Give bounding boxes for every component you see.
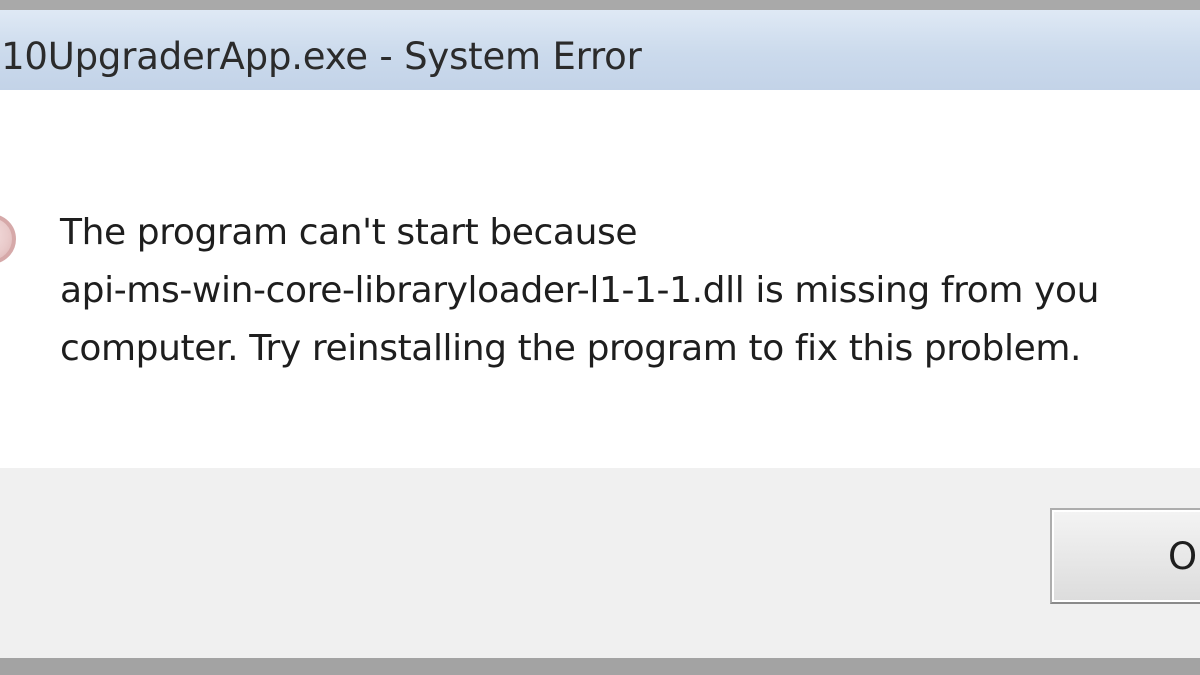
window-title: s10UpgraderApp.exe - System Error xyxy=(0,35,642,78)
error-message: The program can't start because api-ms-w… xyxy=(60,204,1200,378)
title-bar[interactable]: s10UpgraderApp.exe - System Error xyxy=(0,10,1200,90)
dialog-footer: O xyxy=(0,468,1200,658)
system-error-dialog: s10UpgraderApp.exe - System Error The pr… xyxy=(0,0,1200,675)
message-line-1: The program can't start because xyxy=(60,212,638,253)
ok-button[interactable]: O xyxy=(1050,508,1200,604)
ok-button-label: O xyxy=(1168,535,1198,578)
window-bottom-border xyxy=(0,658,1200,675)
message-line-2: api-ms-win-core-libraryloader-l1-1-1.dll… xyxy=(60,270,1100,311)
message-line-3: computer. Try reinstalling the program t… xyxy=(60,328,1082,369)
error-icon xyxy=(0,214,16,264)
dialog-content: The program can't start because api-ms-w… xyxy=(0,90,1200,468)
